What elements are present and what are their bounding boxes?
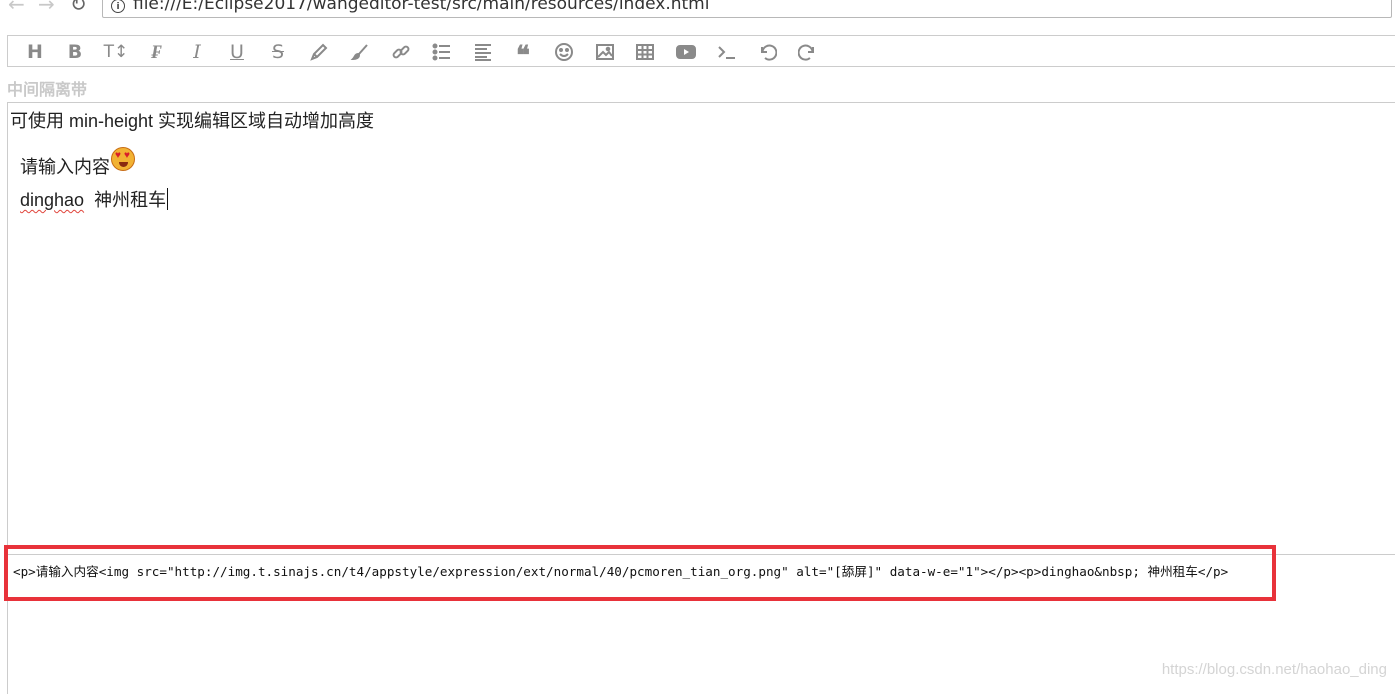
link-icon[interactable]: [386, 39, 416, 65]
brush-icon[interactable]: [345, 39, 375, 65]
forward-arrow-icon[interactable]: →: [38, 0, 55, 14]
strikethrough-icon[interactable]: S: [263, 39, 293, 65]
url-text[interactable]: file:///E:/Eclipse2017/wangeditor-test/s…: [133, 0, 709, 14]
paragraph-text: 请输入内容: [20, 157, 110, 177]
redo-icon[interactable]: [793, 39, 823, 65]
code-icon[interactable]: [712, 39, 742, 65]
editor-paragraph[interactable]: 可使用 min-height 实现编辑区域自动增加高度: [10, 107, 374, 133]
editor-toolbar: H B T↕ ₣ I U S ❝: [7, 35, 1395, 69]
red-highlight-box: [4, 545, 1276, 601]
heart-eyes-emoji-icon: [111, 147, 135, 171]
editor-paragraph[interactable]: 请输入内容: [20, 147, 135, 179]
align-icon[interactable]: [468, 39, 498, 65]
heading-icon[interactable]: H: [20, 39, 50, 65]
quote-icon[interactable]: ❝: [508, 39, 538, 69]
browser-chrome: ← → ↻ i file:///E:/Eclipse2017/wangedito…: [0, 0, 1395, 22]
editor-content-area[interactable]: 可使用 min-height 实现编辑区域自动增加高度 请输入内容 dingha…: [7, 102, 1395, 554]
back-arrow-icon[interactable]: ←: [8, 0, 25, 14]
list-icon[interactable]: [427, 39, 457, 65]
reload-icon[interactable]: ↻: [70, 0, 87, 14]
info-icon[interactable]: i: [111, 0, 125, 13]
editor-paragraph[interactable]: dinghao 神州租车: [20, 186, 169, 212]
address-bar[interactable]: i file:///E:/Eclipse2017/wangeditor-test…: [102, 0, 1392, 18]
text-caret: [167, 188, 169, 210]
underline-icon[interactable]: U: [222, 39, 252, 65]
image-icon[interactable]: [590, 39, 620, 65]
pencil-icon[interactable]: [304, 39, 334, 65]
bold-icon[interactable]: B: [60, 39, 90, 65]
font-family-icon[interactable]: ₣: [141, 39, 171, 65]
emoticon-icon[interactable]: [549, 39, 579, 65]
table-icon[interactable]: [630, 39, 660, 65]
paragraph-text: 神州租车: [84, 190, 167, 210]
separator-label: 中间隔离带: [7, 80, 88, 99]
italic-icon[interactable]: I: [182, 39, 212, 65]
watermark: https://blog.csdn.net/haohao_ding: [1161, 661, 1387, 678]
misspelled-word: dinghao: [20, 190, 85, 210]
font-size-icon[interactable]: T↕: [101, 39, 131, 65]
undo-icon[interactable]: [752, 39, 782, 65]
video-icon[interactable]: [671, 39, 701, 65]
